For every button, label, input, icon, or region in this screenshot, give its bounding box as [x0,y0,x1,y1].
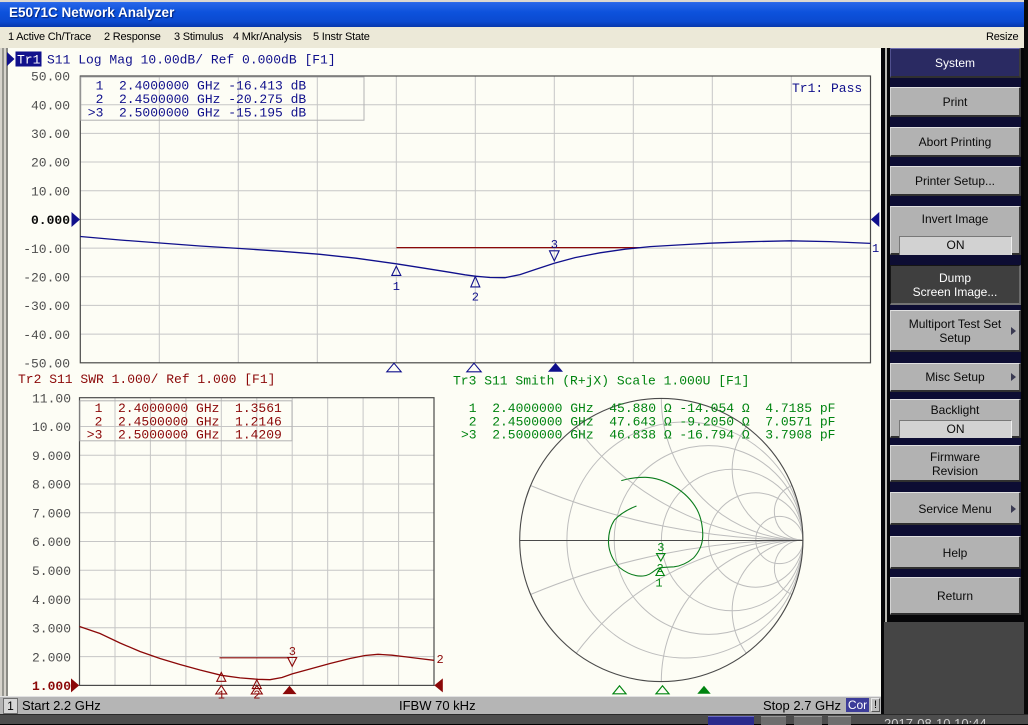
svg-text:-20.00: -20.00 [23,270,70,285]
svg-text:0.000: 0.000 [31,213,70,228]
svg-text:6.000: 6.000 [32,535,71,550]
svg-text:30.00: 30.00 [31,127,70,142]
svg-text:10.00: 10.00 [31,184,70,199]
svg-text:7.000: 7.000 [32,507,71,522]
svg-text:1: 1 [872,242,879,256]
svg-text:-30.00: -30.00 [23,299,70,314]
svg-text:50.00: 50.00 [31,70,70,85]
svg-text:-10.00: -10.00 [23,242,70,257]
svg-text:>3 2.5000000 GHz 1.4209: >3 2.5000000 GHz 1.4209 [79,428,282,443]
svg-text:5.000: 5.000 [32,564,71,579]
svg-text:2: 2 [472,291,479,305]
svg-text:-50.00: -50.00 [23,357,70,372]
svg-text:1: 1 [218,689,225,703]
svg-text:3: 3 [657,541,664,555]
svg-text:Tr2 S11 SWR 1.000/ Ref 1.000 [: Tr2 S11 SWR 1.000/ Ref 1.000 [F1] [18,372,275,387]
svg-text:2: 2 [253,689,260,703]
svg-text:4.000: 4.000 [32,593,71,608]
svg-text:20.00: 20.00 [31,156,70,171]
svg-text:40.00: 40.00 [31,98,70,113]
svg-text:Tr1: Pass: Tr1: Pass [792,81,862,96]
svg-text:2: 2 [657,562,664,576]
svg-text:>3 2.5000000 GHz 46.838 Ω -1: >3 2.5000000 GHz 46.838 Ω -16.794 Ω 3.79… [461,428,835,443]
svg-text:Tr1: Tr1 [17,53,41,68]
svg-text:1: 1 [655,577,662,591]
svg-text:10.00: 10.00 [32,420,71,435]
svg-text:3: 3 [289,645,296,659]
svg-text:Tr3 S11 Smith (R+jX) Scale 1.0: Tr3 S11 Smith (R+jX) Scale 1.000U [F1] [453,374,749,389]
svg-text:3: 3 [551,238,558,252]
svg-text:3.000: 3.000 [32,622,71,637]
svg-text:8.000: 8.000 [32,478,71,493]
svg-text:2: 2 [437,653,444,667]
svg-text:9.000: 9.000 [32,449,71,464]
svg-text:S11 Log Mag 10.00dB/ Ref 0.000: S11 Log Mag 10.00dB/ Ref 0.000dB [F1] [47,53,336,68]
svg-text:11.00: 11.00 [32,391,71,406]
svg-text:-40.00: -40.00 [23,328,70,343]
svg-text:>3 2.5000000 GHz -15.195 dB: >3 2.5000000 GHz -15.195 dB [80,105,306,120]
svg-text:1.000: 1.000 [32,679,71,694]
svg-text:1: 1 [393,280,400,294]
svg-text:2.000: 2.000 [32,650,71,665]
